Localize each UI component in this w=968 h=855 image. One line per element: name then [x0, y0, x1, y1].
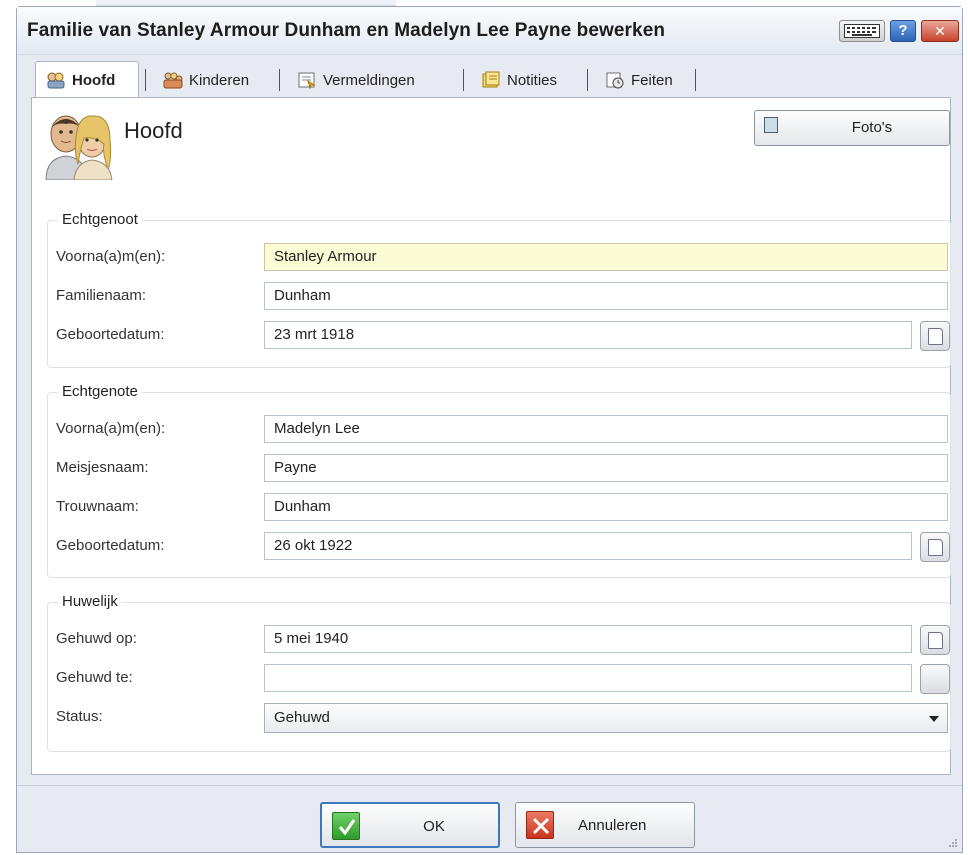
calendar-icon	[928, 539, 943, 556]
couple-icon	[46, 71, 66, 89]
hoofd-panel: Hoofd Foto's Echtgenoot Voorna(a)m(en): …	[31, 97, 951, 775]
tab-vermeldingen[interactable]: Vermeldingen	[287, 63, 425, 97]
tab-divider	[587, 69, 588, 91]
ok-button-label: OK	[423, 818, 445, 835]
tab-bar: Hoofd Kinderen Vermeldingen Notities Fei…	[31, 61, 950, 98]
cancel-button[interactable]: Annuleren	[515, 802, 695, 848]
marriage-date-input[interactable]: 5 mei 1940	[264, 625, 912, 653]
citations-icon	[297, 71, 317, 90]
marriage-group: Huwelijk Gehuwd op: 5 mei 1940 Gehuwd te…	[47, 593, 951, 752]
status-value: Gehuwd	[274, 709, 330, 726]
field-label: Status:	[56, 708, 103, 725]
dialog-footer: OK Annuleren	[17, 785, 962, 852]
husband-surname-row: Familienaam: Dunham	[56, 282, 950, 310]
tab-notities[interactable]: Notities	[471, 63, 567, 97]
wife-birth-date-picker-button[interactable]	[920, 532, 950, 562]
cancel-button-label: Annuleren	[578, 817, 647, 834]
wife-maiden-name-row: Meisjesnaam: Payne	[56, 454, 950, 482]
notes-icon	[481, 71, 501, 89]
field-label: Trouwnaam:	[56, 498, 139, 515]
wife-birth-row: Geboortedatum: 26 okt 1922	[56, 532, 950, 562]
tab-label: Hoofd	[72, 71, 116, 89]
marriage-status-row: Status: Gehuwd	[56, 703, 950, 733]
calendar-icon	[928, 632, 943, 649]
photos-button-label: Foto's	[851, 119, 893, 136]
marriage-date-row: Gehuwd op: 5 mei 1940	[56, 625, 950, 655]
photos-button[interactable]: Foto's	[754, 110, 950, 146]
field-label: Geboortedatum:	[56, 326, 165, 343]
wife-birth-input[interactable]: 26 okt 1922	[264, 532, 912, 560]
marriage-place-row: Gehuwd te:	[56, 664, 950, 694]
husband-birth-date-picker-button[interactable]	[920, 321, 950, 351]
field-label: Familienaam:	[56, 287, 147, 304]
tab-divider	[695, 69, 696, 91]
field-label: Gehuwd te:	[56, 669, 133, 686]
tab-feiten[interactable]: Feiten	[595, 63, 683, 97]
wife-given-names-row: Voorna(a)m(en): Madelyn Lee	[56, 415, 950, 443]
keyboard-icon	[844, 24, 880, 38]
edit-family-dialog: Familie van Stanley Armour Dunham en Mad…	[16, 6, 963, 853]
wife-group: Echtgenote Voorna(a)m(en): Madelyn Lee M…	[47, 383, 951, 578]
field-label: Gehuwd op:	[56, 630, 137, 647]
chevron-down-icon	[929, 716, 939, 722]
field-label: Meisjesnaam:	[56, 459, 149, 476]
field-label: Voorna(a)m(en):	[56, 420, 166, 437]
help-button[interactable]: ?	[890, 20, 916, 42]
husband-given-names-input[interactable]: Stanley Armour	[264, 243, 948, 271]
calendar-icon	[928, 328, 943, 345]
page-title: Hoofd	[124, 118, 183, 143]
marriage-legend: Huwelijk	[58, 593, 122, 610]
husband-group: Echtgenoot Voorna(a)m(en): Stanley Armou…	[47, 211, 951, 368]
tab-hoofd[interactable]: Hoofd	[35, 61, 139, 98]
marriage-status-select[interactable]: Gehuwd	[264, 703, 948, 733]
facts-icon	[605, 71, 625, 89]
marriage-date-picker-button[interactable]	[920, 625, 950, 655]
husband-birth-input[interactable]: 23 mrt 1918	[264, 321, 912, 349]
tab-kinderen[interactable]: Kinderen	[153, 63, 259, 97]
tab-label: Feiten	[631, 71, 673, 89]
close-button[interactable]: ✕	[921, 20, 959, 42]
husband-given-names-row: Voorna(a)m(en): Stanley Armour	[56, 243, 950, 271]
wife-legend: Echtgenote	[58, 383, 142, 400]
ok-button[interactable]: OK	[320, 802, 500, 848]
resize-grip-icon[interactable]	[948, 838, 958, 848]
marriage-place-picker-button[interactable]	[920, 664, 950, 694]
husband-legend: Echtgenoot	[58, 211, 142, 228]
tab-divider	[463, 69, 464, 91]
dialog-title: Familie van Stanley Armour Dunham en Mad…	[27, 20, 666, 41]
tab-divider	[279, 69, 280, 91]
wife-given-names-input[interactable]: Madelyn Lee	[264, 415, 948, 443]
husband-birth-row: Geboortedatum: 23 mrt 1918	[56, 321, 950, 351]
tab-label: Kinderen	[189, 71, 250, 89]
field-label: Voorna(a)m(en):	[56, 248, 166, 265]
tab-divider	[145, 69, 146, 91]
wife-married-name-input[interactable]: Dunham	[264, 493, 948, 521]
close-x-icon	[526, 811, 554, 839]
marriage-place-input[interactable]	[264, 664, 912, 692]
children-icon	[163, 71, 183, 89]
wife-maiden-name-input[interactable]: Payne	[264, 454, 948, 482]
husband-surname-input[interactable]: Dunham	[264, 282, 948, 310]
wife-married-name-row: Trouwnaam: Dunham	[56, 493, 950, 521]
keyboard-button[interactable]	[839, 20, 885, 42]
field-label: Geboortedatum:	[56, 537, 165, 554]
title-bar: Familie van Stanley Armour Dunham en Mad…	[17, 7, 962, 55]
tab-label: Notities	[507, 71, 558, 89]
couple-avatar-icon	[44, 108, 114, 181]
tab-label: Vermeldingen	[323, 71, 415, 89]
